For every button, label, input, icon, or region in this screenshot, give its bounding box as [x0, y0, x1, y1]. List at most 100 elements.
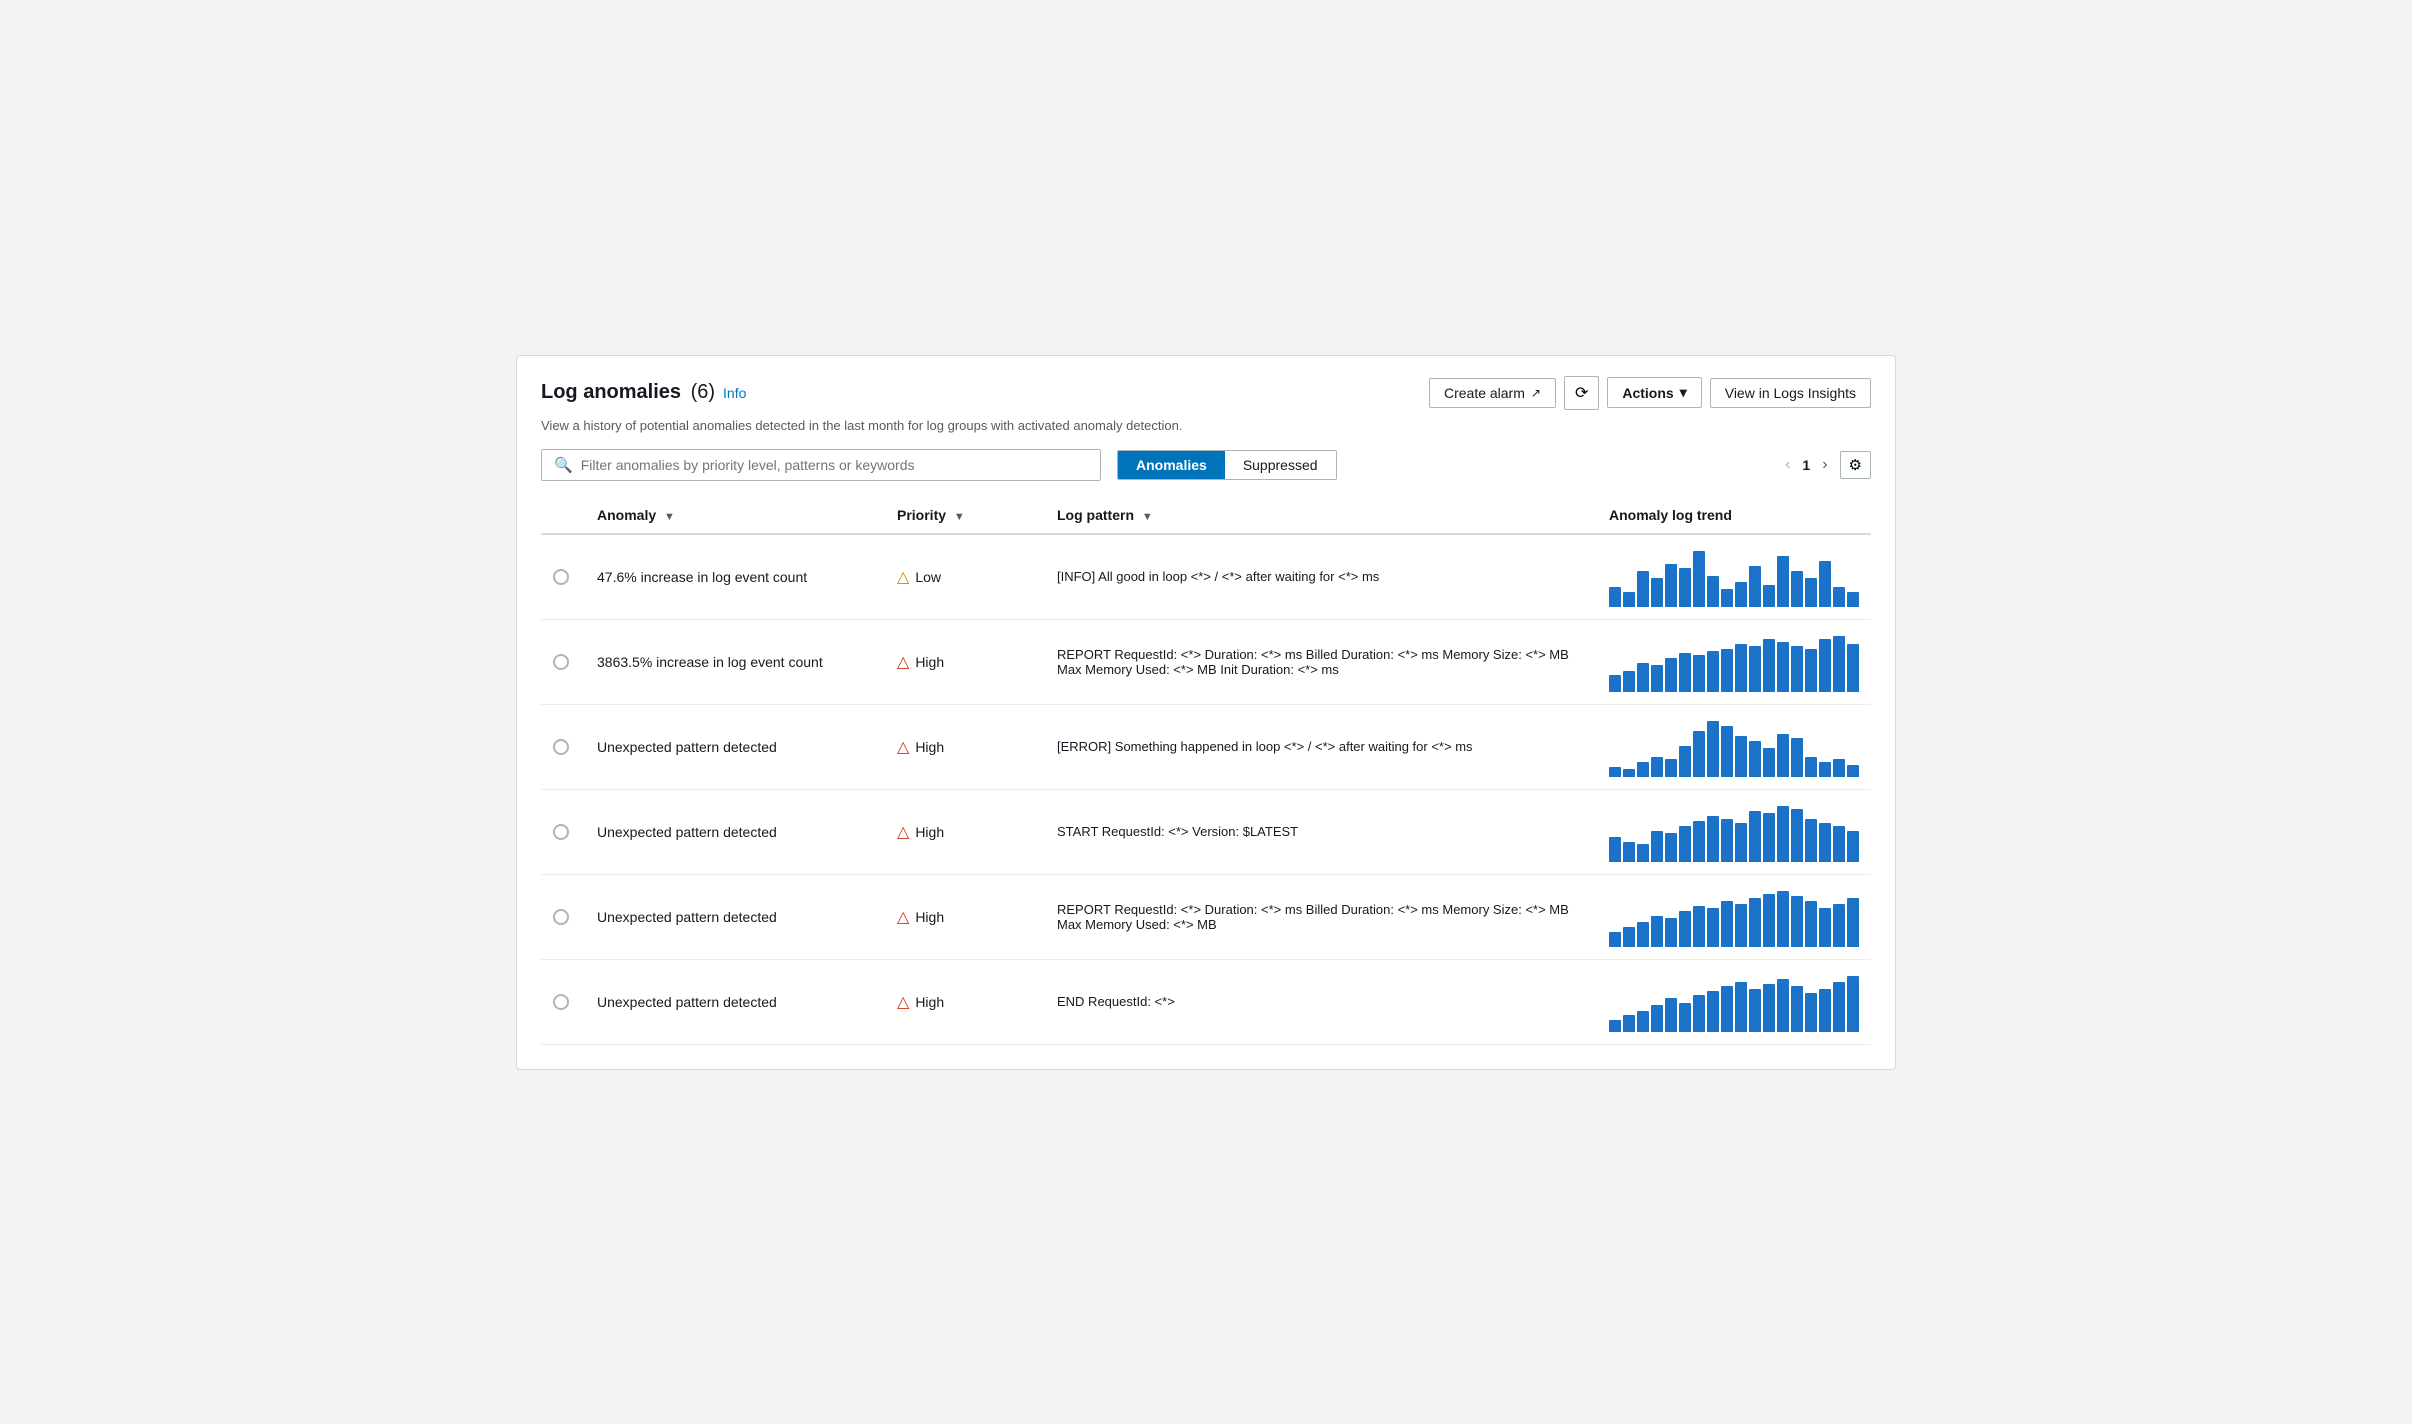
- bar: [1679, 746, 1691, 777]
- bar: [1735, 644, 1747, 692]
- bar: [1833, 982, 1845, 1032]
- bar-chart: [1609, 972, 1859, 1032]
- row-radio-button[interactable]: [553, 994, 569, 1010]
- settings-button[interactable]: ⚙: [1840, 451, 1871, 479]
- anomaly-cell: 3863.5% increase in log event count: [585, 619, 885, 704]
- create-alarm-button[interactable]: Create alarm ↗: [1429, 378, 1556, 408]
- header-left: Log anomalies (6) Info: [541, 381, 746, 404]
- row-radio-button[interactable]: [553, 824, 569, 840]
- bar: [1679, 826, 1691, 862]
- row-radio-button[interactable]: [553, 909, 569, 925]
- bar: [1707, 816, 1719, 862]
- bar: [1791, 646, 1803, 692]
- bar: [1721, 901, 1733, 947]
- bar: [1609, 837, 1621, 862]
- bar: [1721, 819, 1733, 862]
- bar: [1763, 748, 1775, 777]
- tab-anomalies[interactable]: Anomalies: [1118, 451, 1225, 479]
- search-icon: 🔍: [554, 456, 573, 474]
- view-logs-insights-button[interactable]: View in Logs Insights: [1710, 378, 1871, 408]
- col-header-priority[interactable]: Priority ▼: [885, 497, 1045, 534]
- bar: [1819, 823, 1831, 862]
- priority-cell: △High: [885, 704, 1045, 789]
- row-radio-button[interactable]: [553, 569, 569, 585]
- bar: [1679, 1003, 1691, 1032]
- bar: [1637, 762, 1649, 777]
- sort-icon-priority: ▼: [954, 511, 965, 523]
- bar: [1735, 823, 1747, 862]
- bar: [1777, 734, 1789, 777]
- bar: [1763, 585, 1775, 607]
- bar: [1609, 932, 1621, 947]
- bar: [1637, 1011, 1649, 1032]
- bar: [1847, 592, 1859, 607]
- actions-button[interactable]: Actions ▾: [1607, 377, 1701, 408]
- bar: [1805, 649, 1817, 692]
- row-radio-button[interactable]: [553, 739, 569, 755]
- toolbar-row: 🔍 Anomalies Suppressed ‹ 1 › ⚙: [541, 449, 1871, 481]
- bar: [1819, 908, 1831, 947]
- anomalies-table: Anomaly ▼ Priority ▼ Log pattern ▼ Anoma…: [541, 497, 1871, 1045]
- col-header-log-pattern[interactable]: Log pattern ▼: [1045, 497, 1597, 534]
- bar: [1693, 821, 1705, 862]
- bar: [1833, 904, 1845, 947]
- bar: [1707, 651, 1719, 692]
- bar: [1637, 663, 1649, 692]
- table-header-row: Anomaly ▼ Priority ▼ Log pattern ▼ Anoma…: [541, 497, 1871, 534]
- trend-cell: [1597, 619, 1871, 704]
- sort-icon-pattern: ▼: [1142, 511, 1153, 523]
- settings-icon: ⚙: [1849, 456, 1862, 474]
- bar: [1735, 904, 1747, 947]
- pagination-row: ‹ 1 › ⚙: [1779, 451, 1871, 479]
- table-row: Unexpected pattern detected△HighSTART Re…: [541, 789, 1871, 874]
- log-pattern-cell: REPORT RequestId: <*> Duration: <*> ms B…: [1045, 874, 1597, 959]
- bar: [1791, 896, 1803, 947]
- bar: [1777, 979, 1789, 1032]
- tab-suppressed[interactable]: Suppressed: [1225, 451, 1336, 479]
- bar: [1665, 759, 1677, 777]
- bar: [1777, 556, 1789, 607]
- priority-cell: △High: [885, 619, 1045, 704]
- bar: [1651, 757, 1663, 777]
- bar: [1609, 1020, 1621, 1032]
- bar: [1791, 571, 1803, 607]
- page-number: 1: [1802, 457, 1810, 473]
- refresh-button[interactable]: ⟳: [1564, 376, 1599, 410]
- anomaly-cell: Unexpected pattern detected: [585, 704, 885, 789]
- bar: [1707, 576, 1719, 607]
- col-header-trend: Anomaly log trend: [1597, 497, 1871, 534]
- bar: [1651, 578, 1663, 607]
- bar: [1735, 982, 1747, 1032]
- bar: [1651, 1005, 1663, 1032]
- bar: [1847, 976, 1859, 1032]
- bar: [1749, 566, 1761, 607]
- sort-icon-anomaly: ▼: [664, 511, 675, 523]
- bar: [1819, 989, 1831, 1032]
- bar: [1693, 655, 1705, 692]
- prev-page-button[interactable]: ‹: [1779, 454, 1796, 476]
- info-link[interactable]: Info: [723, 385, 746, 401]
- bar-chart: [1609, 717, 1859, 777]
- row-radio-button[interactable]: [553, 654, 569, 670]
- bar: [1721, 986, 1733, 1032]
- bar: [1721, 726, 1733, 777]
- log-pattern-cell: [INFO] All good in loop <*> / <*> after …: [1045, 534, 1597, 620]
- next-page-button[interactable]: ›: [1816, 454, 1833, 476]
- bar: [1735, 736, 1747, 777]
- bar: [1749, 811, 1761, 862]
- col-header-anomaly[interactable]: Anomaly ▼: [585, 497, 885, 534]
- priority-cell: △High: [885, 789, 1045, 874]
- search-input[interactable]: [581, 457, 1088, 473]
- bar: [1777, 806, 1789, 862]
- bar: [1763, 894, 1775, 947]
- bar: [1693, 995, 1705, 1032]
- bar: [1819, 639, 1831, 692]
- bar: [1665, 564, 1677, 607]
- external-link-icon: ↗: [1531, 386, 1541, 400]
- priority-label: High: [915, 994, 944, 1010]
- bar: [1847, 765, 1859, 777]
- bar: [1637, 922, 1649, 947]
- bar-chart: [1609, 632, 1859, 692]
- bar: [1791, 809, 1803, 862]
- bar: [1693, 731, 1705, 777]
